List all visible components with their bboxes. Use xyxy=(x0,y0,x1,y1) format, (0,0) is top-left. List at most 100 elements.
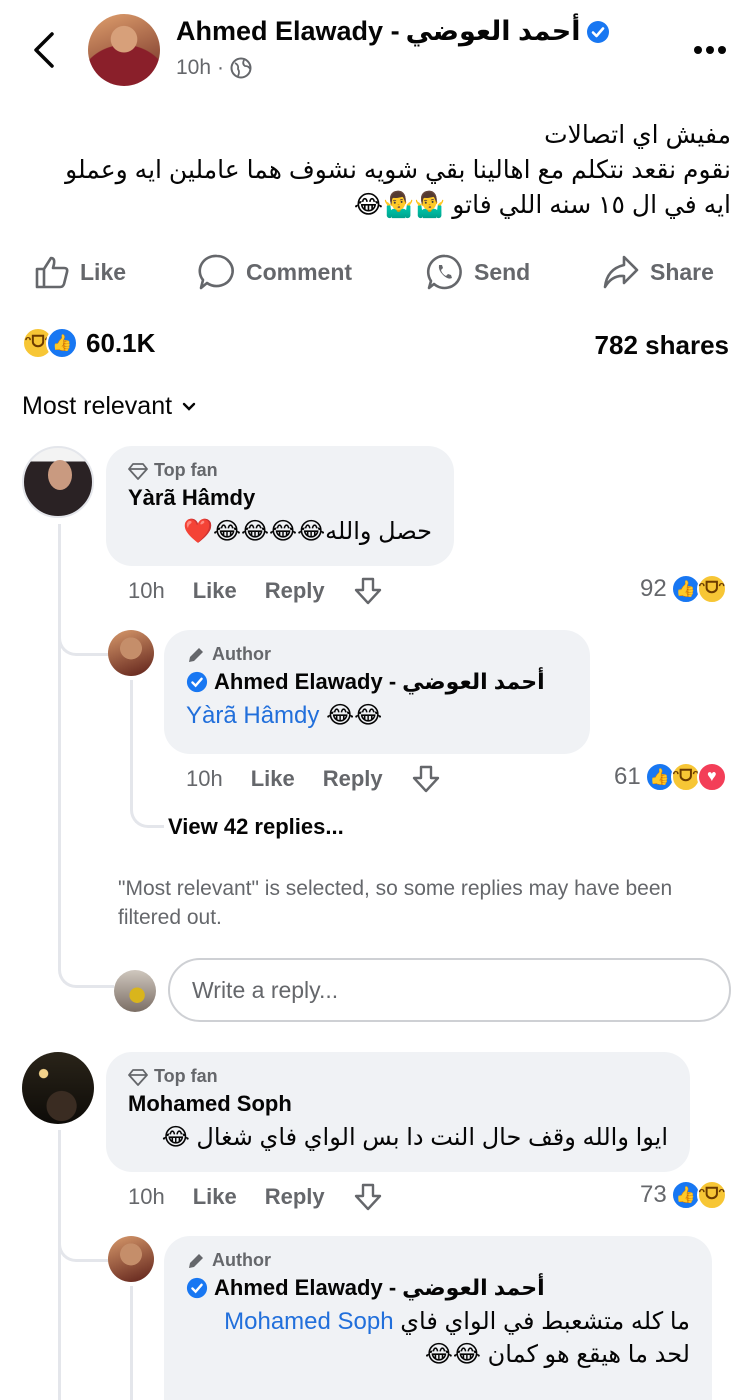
thumbs-up-icon xyxy=(35,256,69,289)
reply-author-latin: Ahmed Elawady - xyxy=(214,669,397,694)
back-button[interactable] xyxy=(22,28,66,72)
like-button[interactable]: Like xyxy=(34,250,126,294)
post-text: مفيش اي اتصالات نقوم نقعد نتكلم مع اهالي… xyxy=(21,118,731,223)
comment-reactions[interactable]: 73 👍 ᵔᗜᵔ xyxy=(640,1180,727,1210)
commenter-name[interactable]: Yàrã Hâmdy xyxy=(128,485,432,511)
comment-reaction-count: 73 xyxy=(640,1181,667,1208)
reply-author-arabic: أحمد العوضي xyxy=(402,1275,545,1300)
downvote-icon[interactable] xyxy=(411,764,441,794)
reply-text: ما كله متشعبط في الواي فاي xyxy=(400,1308,690,1335)
pen-icon xyxy=(189,1253,203,1268)
badge-label: Author xyxy=(212,1250,271,1270)
comment-like-button[interactable]: Like xyxy=(193,1184,237,1210)
commenter-avatar[interactable] xyxy=(22,1052,94,1124)
share-button[interactable]: Share xyxy=(602,250,714,294)
haha-reaction-icon: ᵔᗜᵔ xyxy=(696,574,727,604)
more-options-button[interactable] xyxy=(688,36,732,64)
comment-reactions[interactable]: 92 👍 ᵔᗜᵔ xyxy=(640,574,727,604)
thread-connector xyxy=(130,780,164,828)
post-author-arabic: أحمد العوضي xyxy=(405,16,581,46)
chevron-left-icon xyxy=(34,32,54,68)
diamond-icon xyxy=(128,462,148,480)
comment-reply-button[interactable]: Reply xyxy=(265,578,325,604)
mention-link[interactable]: Yàrã Hâmdy xyxy=(186,702,319,729)
reply-author-arabic: أحمد العوضي xyxy=(402,669,545,694)
share-icon xyxy=(603,255,639,289)
reply-meta: 10h Like Reply xyxy=(186,764,441,794)
pen-icon xyxy=(189,647,203,662)
send-button[interactable]: Send xyxy=(426,250,530,294)
globe-icon xyxy=(230,57,252,79)
post-time: 10h xyxy=(176,56,212,79)
verified-badge-icon xyxy=(587,20,610,43)
top-fan-badge: Top fan xyxy=(128,460,432,481)
post-author-avatar[interactable] xyxy=(88,14,160,86)
comment-meta: 10h Like Reply xyxy=(128,576,383,606)
like-label: Like xyxy=(80,258,127,285)
comment-meta: 10h Like Reply xyxy=(128,1182,383,1212)
shares-count[interactable]: 782 shares xyxy=(595,330,729,361)
verified-badge-icon xyxy=(186,671,208,693)
reply-time: 10h xyxy=(186,766,223,791)
reply-input[interactable]: Write a reply... xyxy=(168,958,731,1022)
view-replies-link[interactable]: View 42 replies... xyxy=(168,814,344,840)
post-text-line: مفيش اي اتصالات xyxy=(544,121,731,149)
commenter-avatar[interactable] xyxy=(22,446,94,518)
thread-line xyxy=(58,1130,61,1400)
reply-like-button[interactable]: Like xyxy=(251,766,295,792)
comment-button[interactable]: Comment xyxy=(198,250,352,294)
downvote-icon[interactable] xyxy=(353,576,383,606)
reply-author-avatar[interactable] xyxy=(108,1236,154,1282)
reply-reaction-count: 61 xyxy=(614,763,641,790)
share-label: Share xyxy=(650,258,714,285)
comment-bubble[interactable]: Top fan Mohamed Soph ايوا والله وقف حال … xyxy=(106,1052,690,1172)
badge-label: Top fan xyxy=(154,1066,218,1086)
comment-text: حصل والله😂😂😂😂❤️ xyxy=(183,518,432,545)
sort-dropdown[interactable]: Most relevant xyxy=(22,392,196,421)
post-author-latin: Ahmed Elawady - xyxy=(176,16,400,46)
reply-text-line: ما كله متشعبط في الواي فاي Mohamed Soph xyxy=(186,1307,690,1336)
post-author-name[interactable]: Ahmed Elawady - أحمد العوضي xyxy=(176,16,610,47)
reply-input-placeholder: Write a reply... xyxy=(192,976,339,1003)
comment-label: Comment xyxy=(246,258,353,285)
comment-reply-button[interactable]: Reply xyxy=(265,1184,325,1210)
verified-badge-icon xyxy=(186,1277,208,1299)
reply-bubble[interactable]: Author Ahmed Elawady - أحمد العوضي Yàrã … xyxy=(164,630,590,754)
current-user-avatar[interactable] xyxy=(114,970,156,1012)
send-label: Send xyxy=(474,258,531,285)
downvote-icon[interactable] xyxy=(353,1182,383,1212)
commenter-name[interactable]: Mohamed Soph xyxy=(128,1091,668,1117)
author-badge: Author xyxy=(186,1250,690,1271)
reactions-total: 60.1K xyxy=(86,327,156,358)
thread-connector xyxy=(58,600,108,656)
post-meta: 10h · xyxy=(176,56,252,80)
reply-reactions[interactable]: 61 👍 ᵔᗜᵔ ♥ xyxy=(614,762,727,792)
comment-like-button[interactable]: Like xyxy=(193,578,237,604)
reactions-summary[interactable]: ᵔᗜᵔ 👍 60.1K xyxy=(22,327,155,359)
badge-label: Top fan xyxy=(154,460,218,480)
top-fan-badge: Top fan xyxy=(128,1066,668,1087)
reply-author-name[interactable]: Ahmed Elawady - أحمد العوضي xyxy=(186,669,568,695)
reply-bubble[interactable]: Author Ahmed Elawady - أحمد العوضي ما كل… xyxy=(164,1236,712,1400)
mention-link[interactable]: Mohamed Soph xyxy=(224,1308,393,1335)
love-reaction-icon: ♥ xyxy=(696,762,727,792)
comment-time: 10h xyxy=(128,578,165,603)
thread-connector xyxy=(58,940,114,988)
post-text-line: ايه في ال ١٥ سنه اللي فاتو 🤷‍♂️🤷‍♂️😂 xyxy=(353,191,731,219)
comment-bubble[interactable]: Top fan Yàrã Hâmdy حصل والله😂😂😂😂❤️ xyxy=(106,446,454,566)
reply-author-avatar[interactable] xyxy=(108,630,154,676)
like-reaction-icon: 👍 xyxy=(46,327,78,359)
badge-label: Author xyxy=(212,644,271,664)
whatsapp-icon xyxy=(426,254,462,290)
reply-reply-button[interactable]: Reply xyxy=(323,766,383,792)
comment-time: 10h xyxy=(128,1184,165,1209)
reply-author-latin: Ahmed Elawady - xyxy=(214,1275,397,1300)
reply-text: Yàrã Hâmdy 😂😂 xyxy=(186,701,568,730)
author-badge: Author xyxy=(186,644,568,665)
sort-label: Most relevant xyxy=(22,392,173,420)
thread-line xyxy=(58,524,61,964)
thread-line xyxy=(130,1286,133,1400)
filter-note: "Most relevant" is selected, so some rep… xyxy=(118,877,673,929)
reply-author-name[interactable]: Ahmed Elawady - أحمد العوضي xyxy=(186,1275,690,1301)
comment-text: ايوا والله وقف حال النت دا بس الواي فاي … xyxy=(161,1124,668,1151)
